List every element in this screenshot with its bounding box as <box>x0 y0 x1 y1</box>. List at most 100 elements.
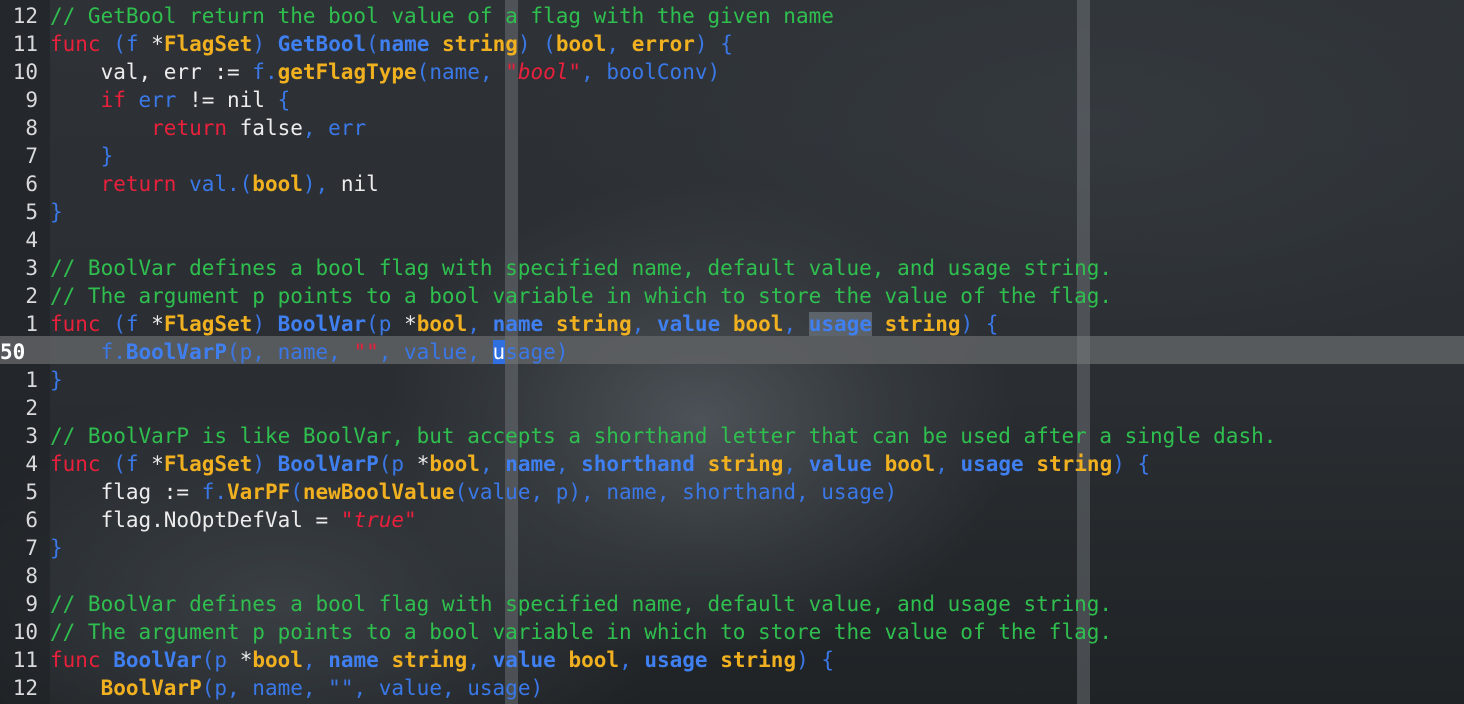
code-text[interactable]: // BoolVarP is like BoolVar, but accepts… <box>50 422 1276 450</box>
code-token: f. <box>252 60 278 84</box>
code-text[interactable]: if err != nil { <box>50 86 291 114</box>
code-token: usage <box>808 312 872 336</box>
code-token: , err <box>302 116 367 140</box>
code-token: return <box>100 172 177 196</box>
code-text[interactable]: func (f *FlagSet) BoolVarP(p *bool, name… <box>50 450 1150 478</box>
code-text[interactable]: func BoolVar(p *bool, name string, value… <box>50 646 834 674</box>
code-token: * <box>416 452 430 476</box>
code-token: } <box>50 144 114 168</box>
code-token: name <box>328 648 379 672</box>
line-number: 5 <box>25 200 38 224</box>
code-token: string <box>720 648 797 672</box>
code-token: error <box>631 32 695 56</box>
code-text[interactable]: } <box>50 534 63 562</box>
code-text[interactable]: flag := f.VarPF(newBoolValue(value, p), … <box>50 478 898 506</box>
code-token: string <box>884 312 961 336</box>
code-token: (p, name, <box>201 676 329 700</box>
code-token: BoolVarP <box>125 340 228 364</box>
code-token: (p <box>366 312 405 336</box>
line-number: 7 <box>25 144 38 168</box>
code-token: name <box>378 32 430 56</box>
code-token: ( <box>290 480 303 504</box>
code-token: // The argument p points to a bool varia… <box>50 620 1113 644</box>
code-token: bool <box>568 648 620 672</box>
code-token: (p, name, <box>227 340 354 364</box>
code-text[interactable]: return val.(bool), nil <box>50 170 379 198</box>
line-number: 3 <box>25 424 38 448</box>
code-token: * <box>239 648 253 672</box>
code-token: (name, <box>416 60 506 84</box>
code-token: nil <box>340 172 379 196</box>
code-token: bool <box>732 312 784 336</box>
code-token: { <box>277 88 291 112</box>
code-token: , <box>555 452 582 476</box>
code-token: , <box>783 452 809 476</box>
code-token: (p <box>378 452 417 476</box>
line-number: 50 <box>0 340 26 364</box>
code-token: } <box>50 536 63 560</box>
line-number: 2 <box>25 396 38 420</box>
code-token: false <box>227 116 303 140</box>
line-number: 9 <box>25 88 38 112</box>
code-token: , <box>606 32 632 56</box>
code-token: } <box>50 368 63 392</box>
code-token: bool <box>555 32 607 56</box>
code-token: * <box>404 312 417 336</box>
code-token: "" <box>353 340 379 364</box>
code-text[interactable]: f.BoolVarP(p, name, "", value, usage) <box>50 338 568 366</box>
code-token: bool <box>416 312 468 336</box>
code-token: value <box>657 312 721 336</box>
code-token: name <box>492 312 544 336</box>
line-number: 5 <box>25 480 38 504</box>
code-token: f. <box>50 340 126 364</box>
code-text[interactable]: // BoolVar defines a bool flag with spec… <box>50 590 1112 618</box>
code-token: newBoolValue <box>302 480 455 504</box>
code-token: string <box>1036 452 1113 476</box>
code-token: , <box>302 648 329 672</box>
code-token: ) <box>252 32 278 56</box>
code-token: , boolConv) <box>581 60 721 84</box>
code-text[interactable]: func (f *FlagSet) GetBool(name string) (… <box>50 30 733 58</box>
code-token: f. <box>201 480 228 504</box>
line-number: 1 <box>25 312 38 336</box>
code-token: FlagSet <box>163 312 253 336</box>
code-token: usage <box>960 452 1024 476</box>
code-text[interactable]: } <box>50 142 114 170</box>
code-text[interactable]: } <box>50 198 63 226</box>
code-token: name <box>505 452 556 476</box>
code-text[interactable]: // The argument p points to a bool varia… <box>50 282 1112 310</box>
code-token: ) { <box>960 312 999 336</box>
code-token: != nil <box>189 88 278 112</box>
code-token: func <box>50 452 101 476</box>
code-token: string <box>555 312 632 336</box>
code-token: // The argument p points to a bool varia… <box>50 284 1113 308</box>
code-text[interactable]: // BoolVar defines a bool flag with spec… <box>50 254 1112 282</box>
code-token: , <box>467 648 493 672</box>
code-text[interactable]: BoolVarP(p, name, "", value, usage) <box>50 674 544 702</box>
code-text[interactable]: // The argument p points to a bool varia… <box>50 618 1112 646</box>
line-number: 8 <box>25 564 38 588</box>
code-text[interactable]: flag.NoOptDefVal = "true" <box>50 506 417 534</box>
code-token: FlagSet <box>163 452 253 476</box>
code-token: "bool" <box>505 60 582 84</box>
code-text[interactable]: } <box>50 366 63 394</box>
code-token: BoolVar <box>277 312 367 336</box>
line-number: 10 <box>12 60 38 84</box>
code-token: func <box>50 32 101 56</box>
code-text[interactable]: val, err := f.getFlagType(name, "bool", … <box>50 58 721 86</box>
line-number: 3 <box>25 256 38 280</box>
code-text[interactable]: // GetBool return the bool value of a fl… <box>50 2 834 30</box>
code-token: ) <box>252 452 278 476</box>
code-token: return <box>151 116 228 140</box>
code-text[interactable]: return false, err <box>50 114 366 142</box>
code-token: // GetBool return the bool value of a fl… <box>50 4 834 28</box>
code-text[interactable]: func (f *FlagSet) BoolVar(p *bool, name … <box>50 310 998 338</box>
